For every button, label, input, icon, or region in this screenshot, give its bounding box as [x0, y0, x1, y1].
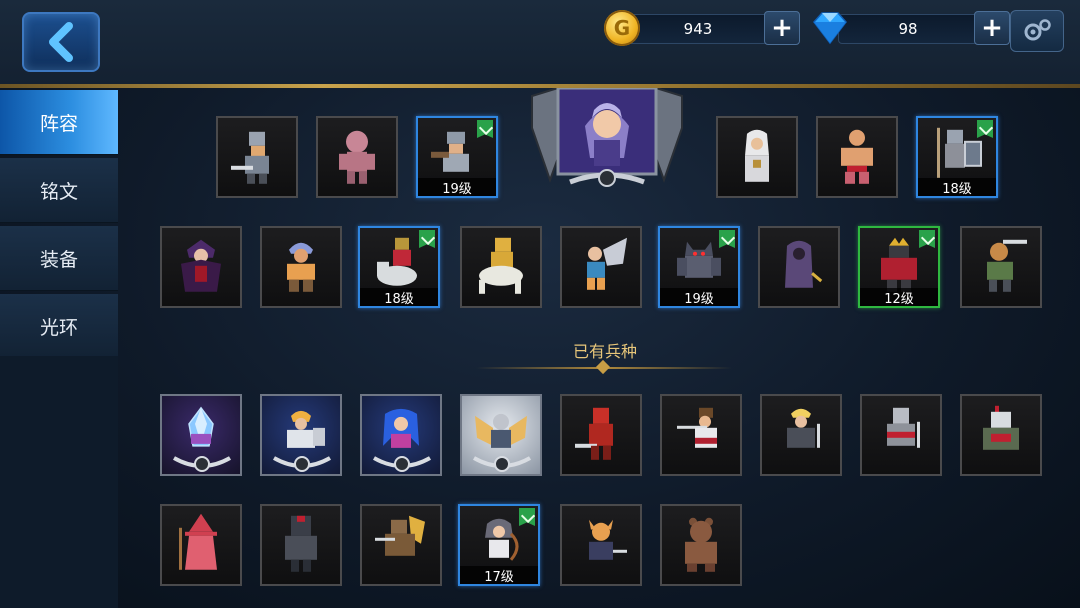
lineup-slot[interactable]	[260, 226, 342, 308]
add-gems-button[interactable]: +	[974, 11, 1010, 45]
sidebar-background	[0, 356, 118, 608]
bear-sprite	[685, 517, 717, 572]
lineup-slot[interactable]	[960, 226, 1042, 308]
lineup-slot[interactable]: 12级	[858, 226, 940, 308]
sidebar-item-aura[interactable]: 光环	[0, 294, 118, 359]
lineup-slot[interactable]	[560, 226, 642, 308]
hero-portrait[interactable]	[530, 88, 684, 192]
ronin-sprite	[677, 407, 717, 448]
sidebar-item-label: 光环	[39, 316, 78, 339]
rank-badge-icon	[977, 120, 993, 138]
owned-unit[interactable]	[260, 394, 342, 476]
priest-sprite	[745, 129, 769, 182]
owned-unit[interactable]	[560, 504, 642, 586]
back-button[interactable]	[22, 12, 100, 72]
blonde-warrior-sprite	[787, 408, 820, 448]
laurel-icon	[373, 456, 431, 472]
lineup-slot[interactable]	[160, 226, 242, 308]
bear-warrior-sprite	[987, 239, 1027, 292]
level-label: 19级	[660, 288, 738, 306]
add-gold-button[interactable]: +	[764, 11, 800, 45]
diamond-icon	[813, 12, 847, 45]
lineup-slot[interactable]: 19级	[416, 116, 498, 198]
heavy-knight-sprite	[983, 405, 1019, 450]
gold-amount: 943	[628, 14, 768, 44]
owned-unit[interactable]	[560, 394, 642, 476]
gold-counter: G 943 +	[604, 10, 804, 46]
lineup-slot[interactable]: 18级	[358, 226, 440, 308]
chevron-left-icon	[49, 22, 73, 62]
sidebar-item-label: 铭文	[39, 180, 78, 203]
owned-unit[interactable]	[860, 394, 942, 476]
barbarian-sprite	[375, 515, 425, 556]
rank-badge-icon	[719, 230, 735, 248]
owned-units-title: 已有兵种	[572, 342, 637, 361]
level-label: 17级	[460, 566, 538, 584]
level-label: 19级	[418, 178, 496, 196]
lineup-slot[interactable]: 19级	[658, 226, 740, 308]
lineup-slot[interactable]	[758, 226, 840, 308]
owned-unit[interactable]	[960, 394, 1042, 476]
rank-badge-icon	[419, 230, 435, 248]
owned-unit[interactable]	[760, 394, 842, 476]
lineup-slot[interactable]	[216, 116, 298, 198]
owned-unit[interactable]	[660, 394, 742, 476]
brawler-sprite	[287, 242, 315, 292]
gear-icon	[1024, 19, 1051, 41]
divider-ornament	[595, 359, 611, 375]
owned-unit[interactable]	[260, 504, 342, 586]
owned-unit[interactable]	[360, 394, 442, 476]
cat-warrior-sprite	[589, 519, 627, 560]
lineup-slot[interactable]: 18级	[916, 116, 998, 198]
angel-sprite	[587, 237, 627, 290]
lineup-slot[interactable]	[816, 116, 898, 198]
knight-sprite	[231, 131, 269, 184]
red-wizard-sprite	[179, 513, 217, 570]
sidebar-item-lineup[interactable]: 阵容	[0, 90, 118, 155]
armored-soldier-sprite	[887, 407, 920, 448]
golden-knight-sprite	[479, 237, 523, 294]
owned-unit[interactable]	[360, 504, 442, 586]
level-label: 18级	[918, 178, 996, 196]
level-label: 12级	[860, 288, 938, 306]
gold-coin-icon: G	[604, 10, 640, 46]
gem-counter: 98 +	[813, 11, 1014, 45]
sidebar-item-label: 装备	[39, 248, 78, 271]
rank-badge-icon	[477, 120, 493, 138]
assassin-sprite	[785, 240, 823, 288]
level-label: 18级	[360, 288, 438, 306]
vampire-sprite	[181, 239, 221, 292]
laurel-icon	[473, 456, 531, 472]
lineup-slot[interactable]	[460, 226, 542, 308]
owned-unit[interactable]: 17级	[458, 504, 540, 586]
owned-unit[interactable]	[160, 394, 242, 476]
zombie-sprite	[339, 130, 375, 184]
lineup-slot[interactable]	[316, 116, 398, 198]
owned-unit[interactable]	[160, 504, 242, 586]
owned-unit[interactable]	[660, 504, 742, 586]
sidebar-item-equipment[interactable]: 装备	[0, 226, 118, 291]
sidebar: 阵容 铭文 装备 光环	[0, 90, 118, 362]
monk-sprite	[841, 129, 873, 184]
laurel-icon	[273, 456, 331, 472]
sidebar-item-label: 阵容	[39, 112, 78, 135]
red-knight-sprite	[575, 407, 613, 460]
rank-badge-icon	[919, 230, 935, 248]
gem-amount: 98	[838, 14, 978, 44]
lineup-slot[interactable]	[716, 116, 798, 198]
dark-knight-sprite	[285, 515, 317, 572]
sidebar-item-inscription[interactable]: 铭文	[0, 158, 118, 223]
rank-badge-icon	[519, 508, 535, 526]
owned-unit[interactable]	[460, 394, 542, 476]
settings-button[interactable]	[1010, 10, 1064, 52]
laurel-icon	[173, 456, 231, 472]
